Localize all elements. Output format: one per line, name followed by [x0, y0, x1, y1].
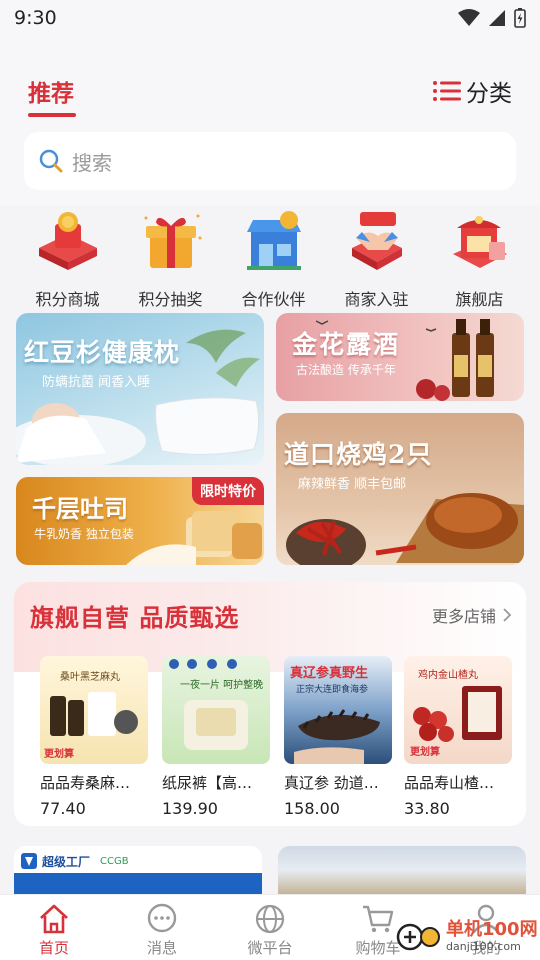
flagship-section: 旗舰自营 品质甄选 更多店铺 桑叶黑芝麻丸 更划算 品品寿桑麻… 77.40 一… — [14, 582, 526, 826]
signal-icon — [489, 10, 505, 26]
more-stores-label: 更多店铺 — [431, 607, 496, 626]
sale-badge: 限时特价 — [192, 477, 264, 505]
storefront-icon — [239, 208, 309, 274]
gift-box-icon — [136, 208, 206, 274]
quick-links: 积分商城 积分抽奖 合作伙伴 商家入驻 旗舰店 — [0, 206, 540, 310]
tab-label: 微平台 — [247, 939, 293, 957]
search-icon — [39, 149, 63, 173]
product-name: 真辽参 劲道… — [284, 774, 379, 792]
shop-bag-icon — [445, 208, 515, 274]
tab-recommend[interactable]: 推荐 — [28, 74, 74, 108]
quick-link-merchant-join[interactable]: 商家入驻 — [325, 206, 428, 310]
chevron-right-icon — [503, 608, 512, 622]
banner-toast[interactable]: 千层吐司 牛乳奶香 独立包装 限时特价 — [16, 477, 264, 565]
category-label: 分类 — [466, 81, 512, 107]
product-name: 品品寿山楂… — [404, 774, 495, 792]
banner-subtitle: 牛乳奶香 独立包装 — [34, 527, 134, 541]
list-icon — [433, 81, 461, 101]
chat-bubble-icon — [147, 903, 177, 933]
brand-logo-icon — [21, 853, 37, 869]
banner-title: 道口烧鸡2只 — [284, 440, 433, 469]
product-seacucumber-illustration — [294, 709, 380, 764]
banner-subtitle: 防螨抗菌 闻香入睡 — [42, 375, 151, 390]
banner-subtitle: 麻辣鲜香 顺丰包邮 — [298, 477, 407, 492]
watermark-title: 单机100网 — [446, 919, 538, 940]
handshake-icon — [342, 208, 412, 274]
coin-gift-icon — [33, 208, 103, 274]
product-price: 158.00 — [284, 799, 340, 818]
status-time: 9:30 — [14, 7, 57, 29]
product-image-tag: 更划算 — [44, 749, 74, 760]
quick-link-label: 合作伙伴 — [241, 290, 306, 309]
home-icon — [40, 904, 68, 934]
tab-label: 消息 — [146, 939, 177, 957]
product-image: 真辽参真野生 正宗大连即食海参 — [284, 656, 392, 764]
watermark-url: danji100.com — [446, 940, 521, 953]
status-icons — [458, 8, 526, 28]
quick-link-points-lottery[interactable]: 积分抽奖 — [119, 206, 222, 310]
header: 推荐 分类 搜索 — [0, 36, 540, 206]
more-stores-link[interactable]: 更多店铺 — [432, 603, 512, 627]
product-price: 139.90 — [162, 799, 218, 818]
globe-icon — [255, 904, 285, 934]
search-placeholder: 搜索 — [72, 150, 112, 175]
product-price: 77.40 — [40, 799, 86, 818]
tab-label: 首页 — [38, 939, 69, 957]
wifi-icon — [458, 9, 480, 26]
quick-link-partners[interactable]: 合作伙伴 — [222, 206, 325, 310]
category-button[interactable]: 分类 — [432, 74, 512, 108]
tab-messages[interactable]: 消息 — [108, 895, 216, 960]
product-image: 桑叶黑芝麻丸 更划算 — [40, 656, 148, 764]
quick-link-label: 积分商城 — [35, 290, 100, 309]
product-diapers-illustration — [169, 659, 248, 750]
watermark-logo-icon — [396, 923, 440, 951]
product-image-tag: 更划算 — [410, 747, 440, 758]
quick-link-label: 积分抽奖 — [138, 290, 203, 309]
product-image: 一夜一片 呵护整晚 — [162, 656, 270, 764]
product-card[interactable]: 真辽参真野生 正宗大连即食海参 真辽参 劲道… 158.00 — [284, 656, 392, 818]
quick-link-points-mall[interactable]: 积分商城 — [16, 206, 119, 310]
product-card[interactable]: 桑叶黑芝麻丸 更划算 品品寿桑麻… 77.40 — [40, 656, 148, 818]
banner-title: 千层吐司 — [32, 494, 128, 523]
brand-label: 超级工厂 — [42, 854, 91, 869]
banner-chicken[interactable]: 道口烧鸡2只 麻辣鲜香 顺丰包邮 — [276, 413, 524, 565]
quick-link-flagship[interactable]: 旗舰店 — [428, 206, 531, 310]
banner-wine[interactable]: 金花露酒 古法酿造 传承千年 — [276, 313, 524, 401]
banner-title: 金花露酒 — [292, 330, 401, 359]
tab-micro-platform[interactable]: 微平台 — [216, 895, 324, 960]
banner-subtitle: 古法酿造 传承千年 — [296, 363, 396, 377]
banner-title: 红豆杉健康枕 — [24, 338, 181, 367]
product-price: 33.80 — [404, 799, 450, 818]
search-input[interactable]: 搜索 — [24, 132, 516, 190]
flagship-title: 旗舰自营 品质甄选 — [30, 603, 240, 632]
quick-link-label: 旗舰店 — [455, 290, 504, 309]
status-bar: 9:30 — [0, 0, 540, 36]
battery-icon — [514, 8, 526, 28]
banner-pillow[interactable]: 红豆杉健康枕 防螨抗菌 闻香入睡 — [16, 313, 264, 465]
product-card[interactable]: 一夜一片 呵护整晚 纸尿裤【高… 139.90 — [162, 656, 270, 818]
site-watermark: 单机100网 danji100.com — [390, 914, 540, 960]
tab-underline — [28, 113, 76, 117]
product-card[interactable]: 鸡内金山楂丸 更划算 品品寿山楂… 33.80 — [404, 656, 512, 818]
product-name: 纸尿裤【高… — [162, 774, 253, 792]
brand-label-2: CCGB — [100, 855, 129, 867]
product-image: 鸡内金山楂丸 更划算 — [404, 656, 512, 764]
tab-home[interactable]: 首页 — [0, 895, 108, 960]
product-name: 品品寿桑麻… — [40, 774, 131, 792]
quick-link-label: 商家入驻 — [344, 290, 409, 309]
